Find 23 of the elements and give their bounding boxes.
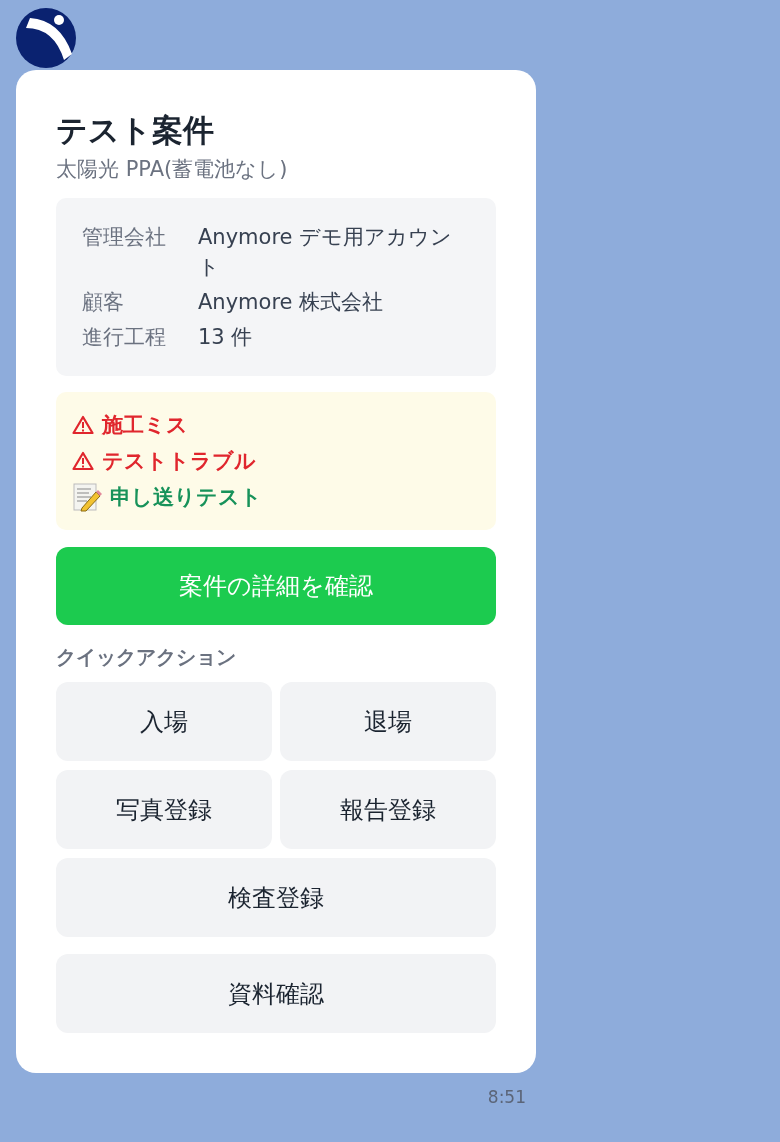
- note-text: 施工ミス: [102, 412, 188, 439]
- logo-avatar: [16, 8, 76, 68]
- memo-pencil-icon: [72, 482, 102, 512]
- project-subtitle: 太陽光 PPA(蓄電池なし): [56, 156, 289, 183]
- action-button[interactable]: 入場: [56, 682, 272, 761]
- warning-icon: [72, 451, 94, 471]
- info-value: 13 件: [198, 324, 253, 351]
- section-title: クイックアクション: [56, 644, 237, 671]
- info-value: Anymore 株式会社: [198, 289, 384, 316]
- project-title: テスト案件: [56, 111, 215, 150]
- note-text: テストトラブル: [102, 448, 256, 475]
- warning-icon: [72, 415, 94, 435]
- action-button[interactable]: 退場: [280, 682, 496, 761]
- action-button[interactable]: 資料確認: [56, 954, 496, 1033]
- action-button[interactable]: 検査登録: [56, 858, 496, 937]
- note-text: 申し送りテスト: [110, 484, 262, 511]
- info-label: 顧客: [82, 289, 125, 316]
- info-label: 進行工程: [82, 324, 167, 351]
- action-button[interactable]: 報告登録: [280, 770, 496, 849]
- info-value: Anymore デモ用アカウント: [198, 224, 454, 281]
- timestamp: 8:51: [486, 1087, 526, 1107]
- info-label: 管理会社: [82, 224, 167, 251]
- action-button[interactable]: 写真登録: [56, 770, 272, 849]
